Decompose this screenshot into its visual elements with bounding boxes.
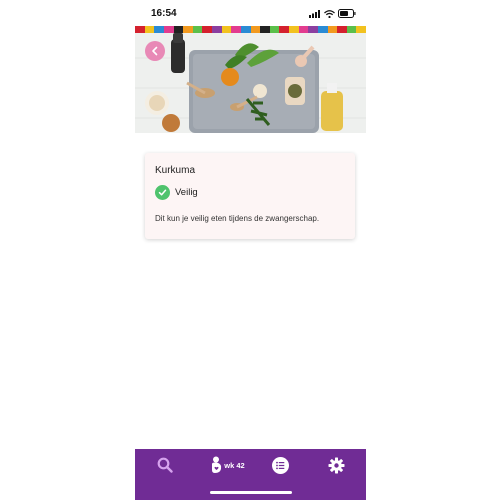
stripe-segment [250, 26, 261, 33]
tab-settings[interactable] [325, 454, 347, 476]
safety-status-label: Veilig [175, 187, 198, 198]
stripe-segment [221, 26, 232, 33]
food-description: Dit kun je veilig eten tijdens de zwange… [155, 214, 320, 223]
stripe-segment [337, 26, 347, 33]
safety-status: Veilig [155, 185, 198, 200]
gear-icon [328, 457, 344, 473]
stripe-segment [317, 26, 328, 33]
stripe-segment [163, 26, 174, 33]
search-icon [157, 457, 173, 473]
tab-search[interactable] [154, 454, 176, 476]
decorative-stripe [135, 26, 366, 33]
home-indicator[interactable] [210, 491, 292, 494]
stripe-segment [240, 26, 251, 33]
stripe-segment [269, 26, 280, 33]
wifi-icon [324, 9, 335, 18]
tab-pregnancy-week[interactable]: wk 42 [205, 454, 249, 476]
week-label: wk 42 [224, 460, 245, 470]
stripe-segment [346, 26, 357, 33]
stripe-segment [279, 26, 289, 33]
stripe-segment [173, 26, 184, 33]
stripe-segment [192, 26, 203, 33]
stripe-segment [144, 26, 155, 33]
stripe-segment [135, 26, 145, 33]
stripe-segment [356, 26, 366, 33]
back-button[interactable] [145, 41, 165, 61]
stripe-segment [260, 26, 270, 33]
stripe-segment [289, 26, 299, 33]
status-icons [309, 9, 356, 18]
stripe-segment [212, 26, 222, 33]
list-icon [271, 456, 289, 474]
phone-screen: 16:54 Kurkuma Veilig Dit kun je veilig e… [135, 0, 366, 500]
battery-icon [338, 9, 356, 18]
stripe-segment [183, 26, 193, 33]
stripe-segment [327, 26, 338, 33]
stripe-segment [202, 26, 212, 33]
stripe-segment [231, 26, 241, 33]
food-info-card: Kurkuma Veilig Dit kun je veilig eten ti… [145, 153, 355, 239]
spices-photo [135, 33, 366, 133]
status-bar: 16:54 [135, 0, 366, 26]
food-name: Kurkuma [155, 165, 196, 176]
tab-list[interactable] [269, 454, 291, 476]
status-time: 16:54 [151, 8, 177, 19]
signal-icon [309, 9, 320, 18]
hero-image [135, 33, 366, 133]
stripe-segment [298, 26, 309, 33]
chevron-left-icon [152, 46, 158, 56]
pregnancy-icon [212, 456, 222, 473]
stripe-segment [308, 26, 318, 33]
check-icon [155, 185, 170, 200]
stripe-segment [154, 26, 164, 33]
